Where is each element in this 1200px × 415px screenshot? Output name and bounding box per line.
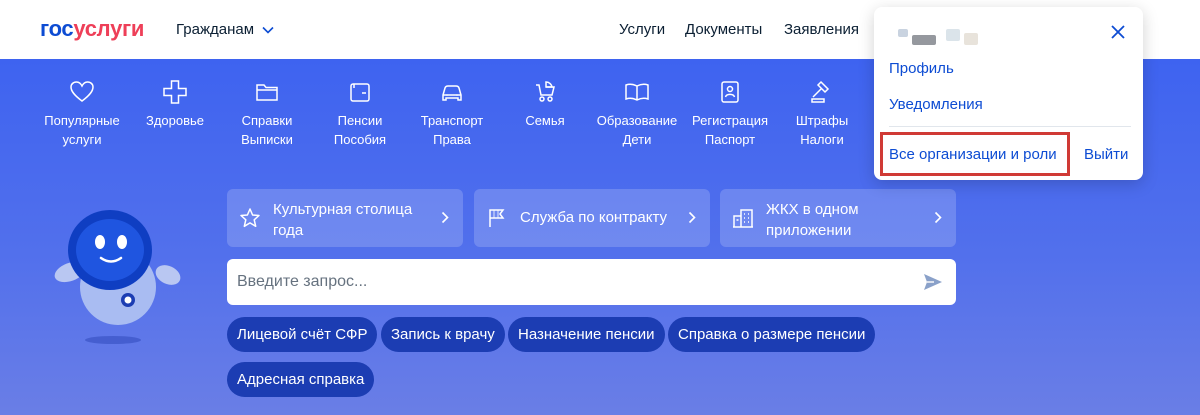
audience-label: Гражданам: [176, 21, 255, 38]
organizations-label: Все организации и роли: [889, 146, 1057, 163]
menu-item-notifications[interactable]: Уведомления: [889, 96, 983, 113]
redacted-block: [898, 29, 908, 37]
promo-label: ЖКХ в одном приложении: [766, 201, 859, 239]
wallet-icon: [350, 83, 370, 102]
category-label: Пенсии Пособия: [333, 113, 387, 147]
car-icon: [442, 85, 462, 101]
promo-contract-service[interactable]: Служба по контракту: [474, 189, 710, 247]
health-cross-icon: [163, 80, 187, 104]
search-bar: [227, 259, 956, 305]
chip-sfr-account[interactable]: Лицевой счёт СФР: [227, 317, 378, 352]
category-fines[interactable]: Штрафы Налоги: [774, 79, 870, 149]
category-label: Транспорт Права: [420, 113, 484, 147]
nav-applications[interactable]: Заявления: [784, 21, 859, 38]
chevron-right-icon: [934, 211, 942, 224]
star-icon: [240, 208, 260, 228]
category-transport[interactable]: Транспорт Права: [404, 79, 500, 149]
chevron-right-icon: [688, 211, 696, 224]
book-icon: [625, 83, 649, 101]
heart-icon: [70, 81, 94, 102]
robot-mascot-image: [54, 210, 181, 344]
chip-pension-assignment[interactable]: Назначение пенсии: [508, 317, 665, 352]
promo-label: Служба по контракту: [520, 209, 668, 226]
audience-selector[interactable]: Гражданам: [176, 21, 274, 38]
category-label: Популярные услуги: [44, 113, 120, 147]
nav-documents[interactable]: Документы: [685, 21, 762, 38]
gavel-icon: [811, 80, 830, 103]
category-pensions[interactable]: Пенсии Пособия: [312, 79, 408, 149]
redacted-block: [912, 35, 936, 45]
buildings-icon: [733, 209, 753, 228]
nav-services[interactable]: Услуги: [619, 21, 665, 38]
promo-housing-app[interactable]: ЖКХ в одном приложении: [720, 189, 956, 247]
category-label: Здоровье: [145, 113, 205, 128]
category-label: Семья: [525, 113, 565, 128]
category-label: Штрафы Налоги: [795, 113, 849, 147]
promo-cultural-capital[interactable]: Культурная столица года: [227, 189, 463, 247]
passport-icon: [721, 81, 739, 103]
logo-text-uslugi: услуги: [73, 16, 145, 41]
gosuslugi-logo[interactable]: госуслуги: [40, 16, 144, 42]
divider: [889, 126, 1131, 127]
logout-button[interactable]: Выйти: [1084, 146, 1128, 163]
chevron-right-icon: [441, 211, 449, 224]
category-label: Справки Выписки: [241, 113, 293, 147]
category-family[interactable]: Семья: [497, 79, 593, 130]
chip-pension-certificate[interactable]: Справка о размере пенсии: [668, 317, 876, 352]
logo-text-gos: гос: [40, 16, 74, 41]
redacted-block: [946, 29, 960, 41]
menu-item-profile[interactable]: Профиль: [889, 60, 954, 77]
category-education[interactable]: Образование Дети: [589, 79, 685, 149]
category-registration[interactable]: Регистрация Паспорт: [682, 79, 778, 149]
chip-address-certificate[interactable]: Адресная справка: [227, 362, 375, 397]
send-icon[interactable]: [922, 271, 944, 293]
promo-label: Культурная столица года: [273, 201, 413, 239]
folder-icon: [256, 84, 278, 101]
category-certificates[interactable]: Справки Выписки: [219, 79, 315, 149]
profile-dropdown: Профиль Уведомления Все организации и ро…: [874, 7, 1143, 180]
category-label: Образование Дети: [596, 113, 678, 147]
chip-doctor-appointment[interactable]: Запись к врачу: [381, 317, 505, 352]
stroller-icon: [536, 81, 555, 102]
close-icon[interactable]: [1110, 24, 1126, 40]
category-health[interactable]: Здоровье: [127, 79, 223, 130]
flag-icon: [489, 209, 505, 227]
search-input[interactable]: [237, 259, 887, 305]
category-popular[interactable]: Популярные услуги: [34, 79, 130, 149]
redacted-block: [964, 33, 978, 45]
user-name-redacted: [898, 29, 978, 45]
menu-item-organizations-highlighted[interactable]: Все организации и роли: [880, 132, 1070, 176]
category-label: Регистрация Паспорт: [692, 113, 768, 147]
chevron-down-icon: [262, 26, 274, 34]
